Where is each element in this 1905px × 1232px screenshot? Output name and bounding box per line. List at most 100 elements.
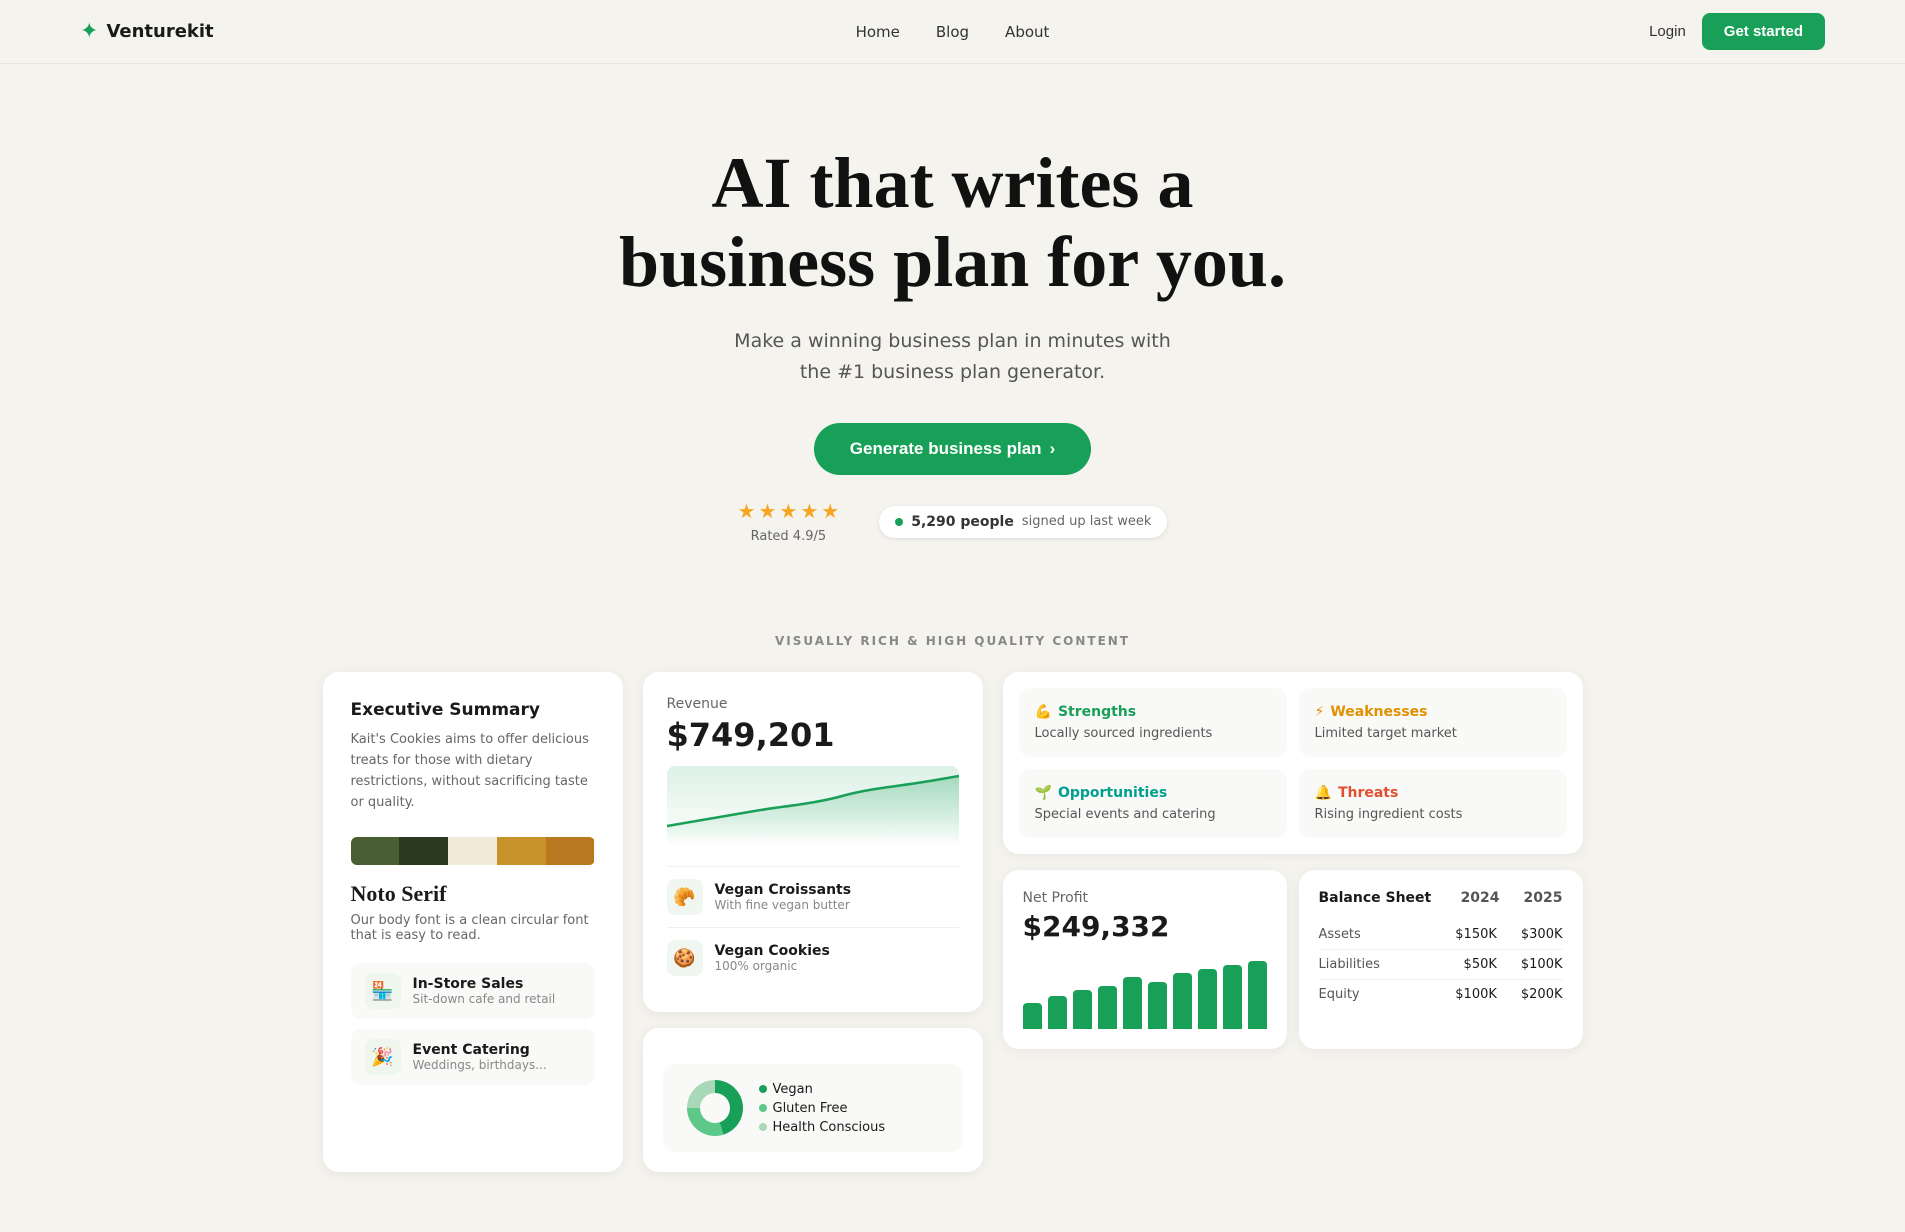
swatch-3	[448, 837, 497, 865]
channel-event-name: Event Catering	[413, 1042, 547, 1058]
balance-row-assets: Assets $150K $300K	[1319, 920, 1563, 950]
bar-2	[1048, 996, 1067, 1030]
nav-home[interactable]: Home	[856, 23, 900, 41]
swatch-4	[497, 837, 546, 865]
bar-7	[1173, 973, 1192, 1029]
swot-threats-text: Rising ingredient costs	[1315, 807, 1551, 822]
donut-legend: Vegan Gluten Free Health Conscious	[759, 1082, 886, 1135]
balance-row-liabilities: Liabilities $50K $100K	[1319, 950, 1563, 980]
swot-grid: 💪 Strengths Locally sourced ingredients …	[1003, 672, 1583, 854]
channel-list: 🏪 In-Store Sales Sit-down cafe and retai…	[351, 963, 595, 1085]
product-cookies-sub: 100% organic	[715, 959, 830, 973]
left-card: Executive Summary Kait's Cookies aims to…	[323, 672, 623, 1172]
bar-10	[1248, 961, 1267, 1030]
revenue-chart	[667, 766, 959, 846]
nav-blog[interactable]: Blog	[936, 23, 969, 41]
font-name: Noto Serif	[351, 881, 595, 907]
weaknesses-icon: ⚡	[1315, 704, 1325, 720]
liabilities-2025: $100K	[1521, 957, 1563, 972]
product-cookies-name: Vegan Cookies	[715, 943, 830, 959]
logo[interactable]: ✦ Venturekit	[80, 19, 214, 44]
swot-strengths-text: Locally sourced ingredients	[1035, 726, 1271, 741]
revenue-card: Revenue $749,201 🥐 Vegan Cr	[643, 672, 983, 1012]
balance-sheet-title: Balance Sheet	[1319, 890, 1432, 906]
legend-vegan-label: Vegan	[773, 1082, 813, 1097]
swot-opportunities-text: Special events and catering	[1035, 807, 1271, 822]
channel-event-sub: Weddings, birthdays...	[413, 1058, 547, 1072]
balance-sheet-header: Balance Sheet 2024 2025	[1319, 890, 1563, 906]
get-started-button[interactable]: Get started	[1702, 13, 1825, 50]
channel-event-info: Event Catering Weddings, birthdays...	[413, 1042, 547, 1072]
bar-5	[1123, 977, 1142, 1029]
equity-label: Equity	[1319, 987, 1360, 1002]
hero-section: AI that writes a business plan for you. …	[0, 64, 1905, 594]
net-profit-label: Net Profit	[1023, 890, 1267, 906]
product-cookies-info: Vegan Cookies 100% organic	[715, 943, 830, 973]
signup-count: 5,290 people	[911, 514, 1014, 530]
legend-health-label: Health Conscious	[773, 1120, 886, 1135]
rating-widget: ★ ★ ★ ★ ★ Rated 4.9/5	[738, 499, 840, 544]
social-proof: ★ ★ ★ ★ ★ Rated 4.9/5 5,290 people signe…	[20, 499, 1885, 544]
liabilities-label: Liabilities	[1319, 957, 1380, 972]
swot-opportunities-title: 🌱 Opportunities	[1035, 785, 1271, 801]
assets-2024: $150K	[1455, 927, 1497, 942]
donut-section: Vegan Gluten Free Health Conscious	[663, 1064, 963, 1152]
star-1: ★	[738, 499, 756, 523]
color-swatches	[351, 837, 595, 865]
assets-2025: $300K	[1521, 927, 1563, 942]
star-4: ★	[800, 499, 818, 523]
store-icon: 🏪	[365, 973, 401, 1009]
equity-2025: $200K	[1521, 987, 1563, 1002]
legend-gluten-free: Gluten Free	[759, 1101, 886, 1116]
star-5: ★	[821, 499, 839, 523]
nav-about[interactable]: About	[1005, 23, 1049, 41]
year-2025: 2025	[1524, 890, 1563, 906]
star-2: ★	[758, 499, 776, 523]
dashboard-preview: Executive Summary Kait's Cookies aims to…	[0, 672, 1905, 1232]
exec-summary-title: Executive Summary	[351, 700, 595, 720]
product-cookies: 🍪 Vegan Cookies 100% organic	[667, 927, 959, 988]
vegan-dot	[759, 1085, 767, 1093]
gluten-dot	[759, 1104, 767, 1112]
swot-strengths-title: 💪 Strengths	[1035, 704, 1271, 720]
bar-3	[1073, 990, 1092, 1029]
threats-icon: 🔔	[1315, 785, 1332, 801]
equity-2024: $100K	[1455, 987, 1497, 1002]
generate-button[interactable]: Generate business plan ›	[814, 423, 1091, 475]
swot-threats: 🔔 Threats Rising ingredient costs	[1299, 769, 1567, 838]
liabilities-2024: $50K	[1464, 957, 1497, 972]
arrow-icon: ›	[1050, 439, 1056, 459]
channel-item-store: 🏪 In-Store Sales Sit-down cafe and retai…	[351, 963, 595, 1019]
logo-icon: ✦	[80, 19, 98, 44]
product-croissants-sub: With fine vegan butter	[715, 898, 852, 912]
donut-chart	[687, 1080, 743, 1136]
opportunities-icon: 🌱	[1035, 785, 1052, 801]
liabilities-vals: $50K $100K	[1464, 957, 1563, 972]
center-column: Revenue $749,201 🥐 Vegan Cr	[643, 672, 983, 1172]
bar-1	[1023, 1003, 1042, 1030]
login-button[interactable]: Login	[1649, 23, 1686, 40]
balance-row-equity: Equity $100K $200K	[1319, 980, 1563, 1009]
net-profit-value: $249,332	[1023, 910, 1267, 943]
strengths-icon: 💪	[1035, 704, 1052, 720]
balance-sheet-card: Balance Sheet 2024 2025 Assets $150K $30…	[1299, 870, 1583, 1049]
revenue-label: Revenue	[667, 696, 959, 712]
swot-opportunities: 🌱 Opportunities Special events and cater…	[1019, 769, 1287, 838]
channel-store-info: In-Store Sales Sit-down cafe and retail	[413, 976, 556, 1006]
right-column: 💪 Strengths Locally sourced ingredients …	[1003, 672, 1583, 1172]
signup-badge: 5,290 people signed up last week	[879, 506, 1167, 538]
health-dot	[759, 1123, 767, 1131]
font-desc: Our body font is a clean circular font t…	[351, 913, 595, 943]
cookie-icon: 🍪	[667, 940, 703, 976]
green-dot-icon	[895, 518, 903, 526]
swot-weaknesses-title: ⚡ Weaknesses	[1315, 704, 1551, 720]
hero-headline: AI that writes a business plan for you.	[503, 144, 1403, 302]
channel-store-sub: Sit-down cafe and retail	[413, 992, 556, 1006]
channel-store-name: In-Store Sales	[413, 976, 556, 992]
hero-subtitle: Make a winning business plan in minutes …	[20, 326, 1885, 387]
swot-weaknesses-text: Limited target market	[1315, 726, 1551, 741]
bar-chart	[1023, 959, 1267, 1029]
section-label: VISUALLY RICH & HIGH QUALITY CONTENT	[0, 634, 1905, 648]
bar-4	[1098, 986, 1117, 1029]
revenue-value: $749,201	[667, 716, 959, 754]
